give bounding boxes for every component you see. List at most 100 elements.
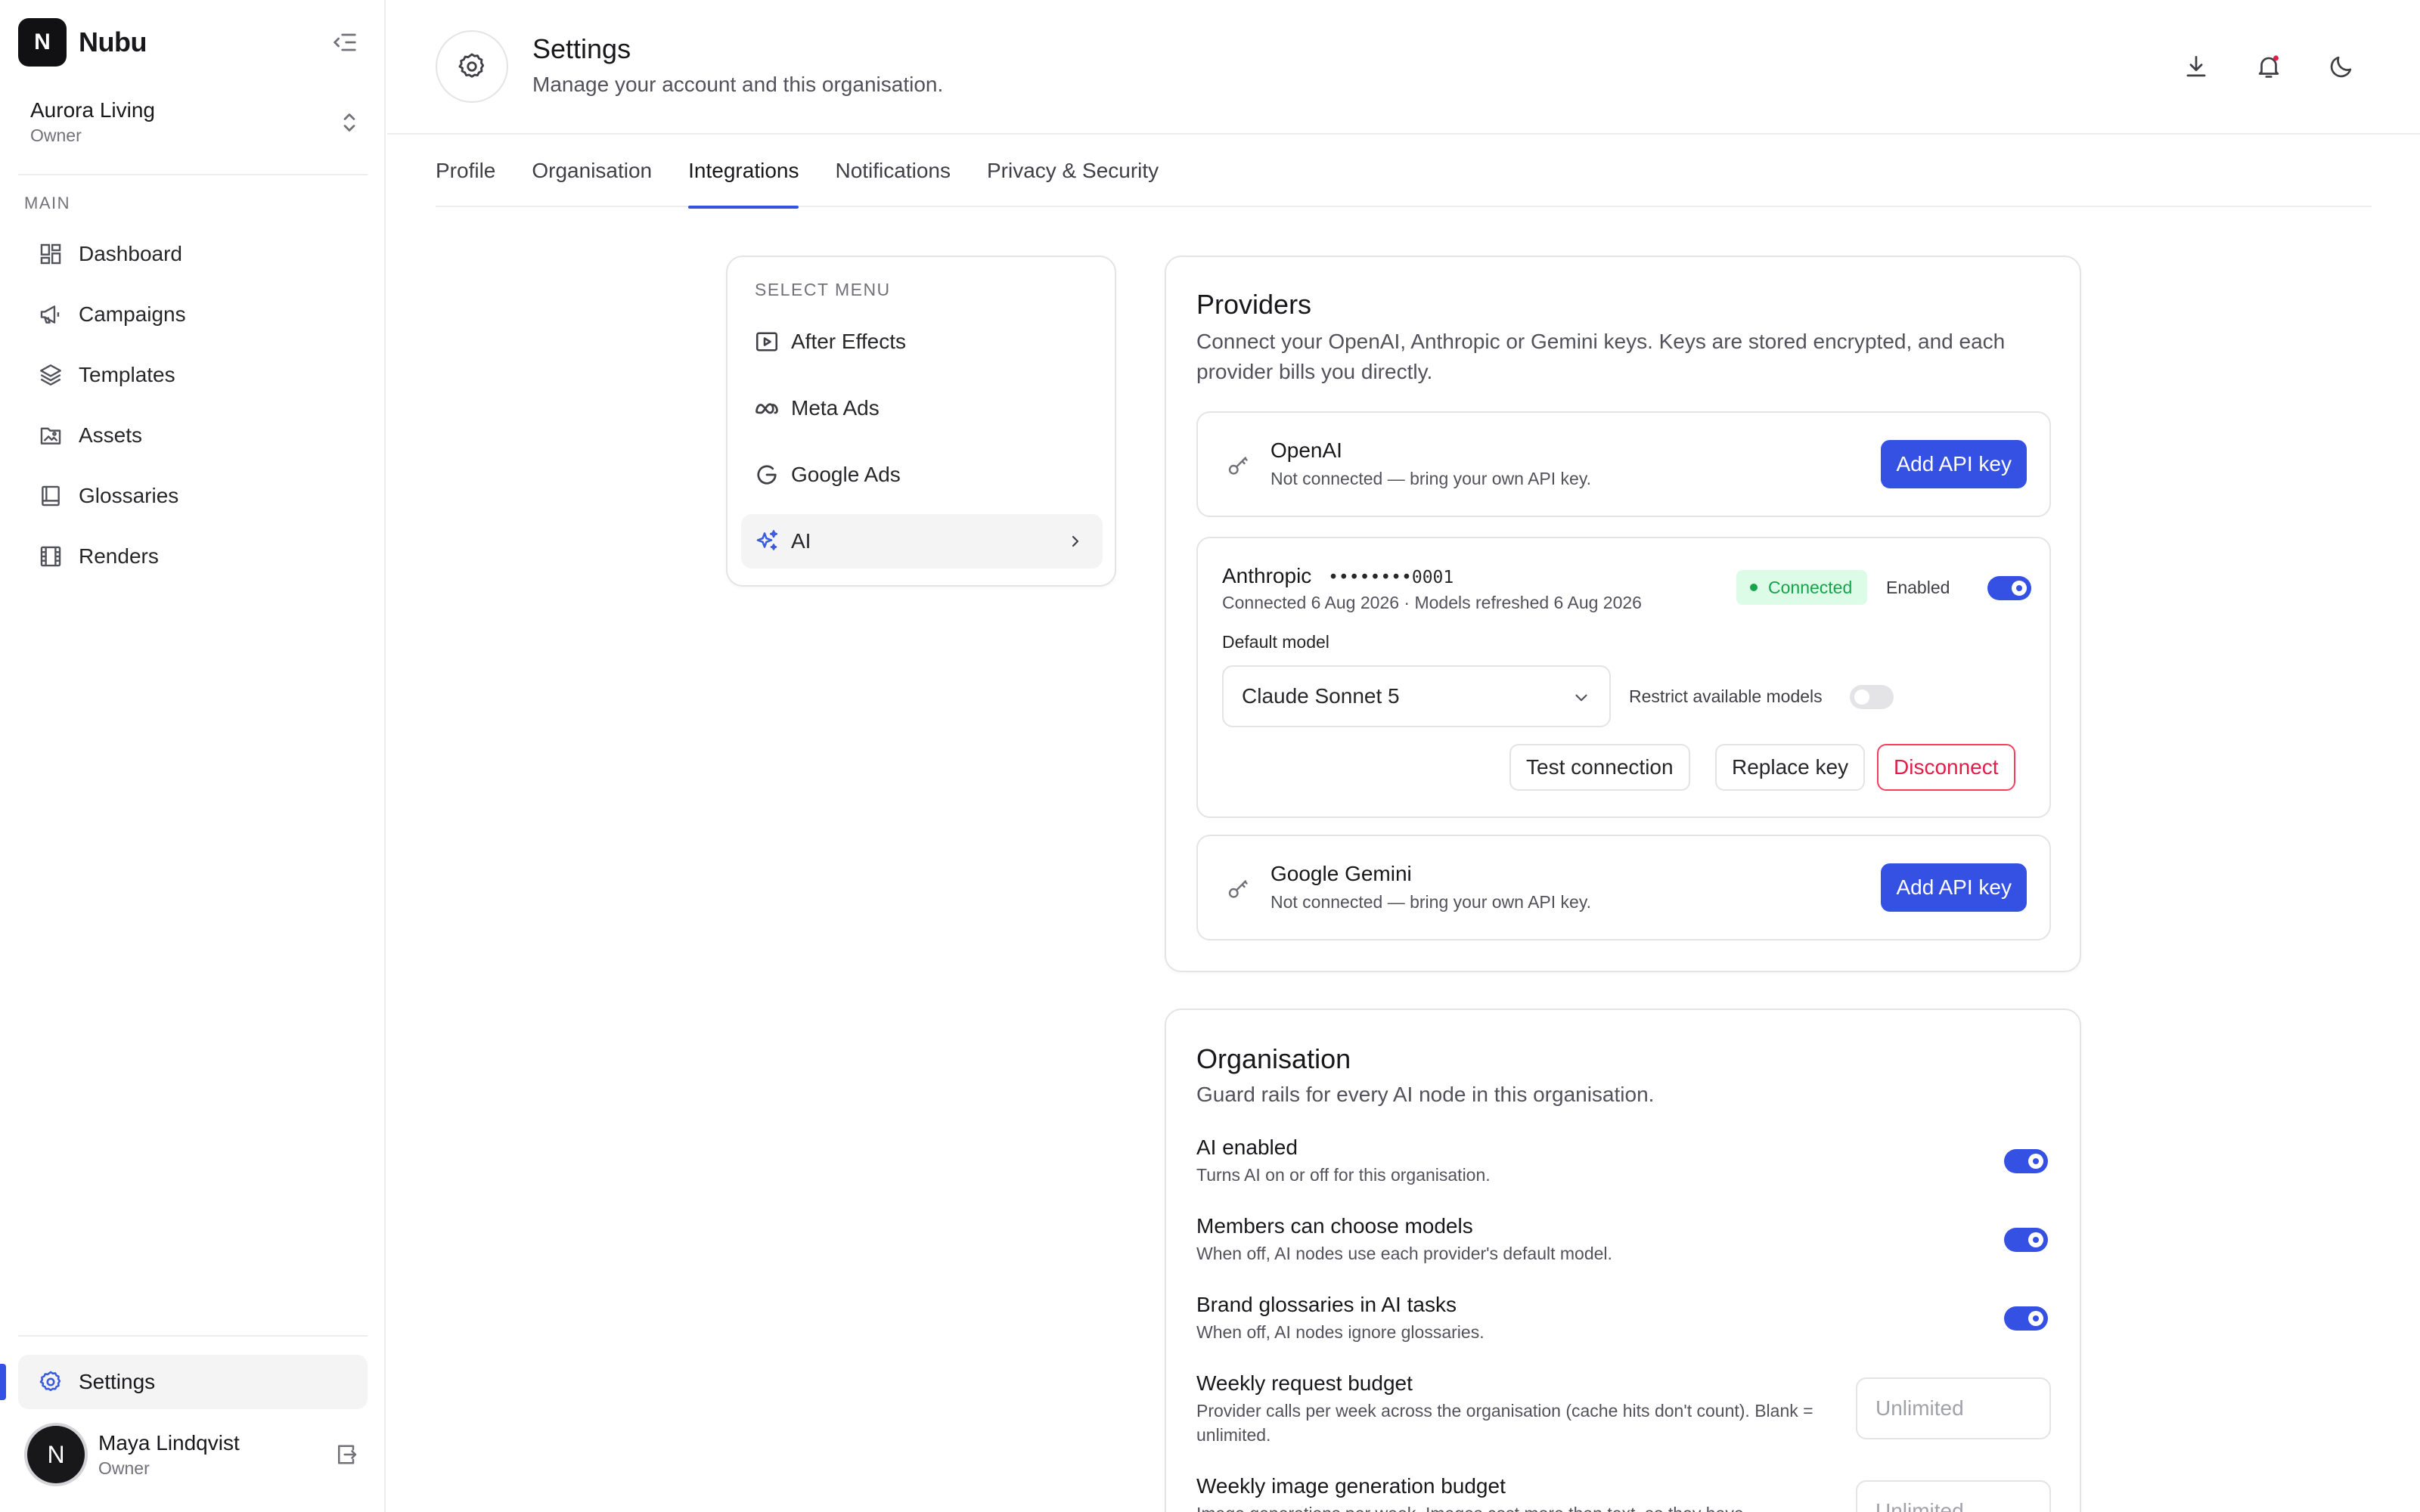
replace-key-button[interactable]: Replace key <box>1715 744 1866 791</box>
provider-status: Not connected — bring your own API key. <box>1270 892 1592 912</box>
test-connection-button[interactable]: Test connection <box>1509 744 1690 791</box>
tab-organisation[interactable]: Organisation <box>532 135 652 207</box>
provider-name: Anthropic <box>1222 564 1312 587</box>
weekly-request-budget-input[interactable]: Unlimited <box>1856 1377 2051 1439</box>
budget-title: Weekly request budget <box>1196 1371 1413 1395</box>
menu-item-label: AI <box>791 529 811 553</box>
setting-description: Turns AI on or off for this organisation… <box>1196 1165 1491 1185</box>
setting-title: Members can choose models <box>1196 1214 1473 1238</box>
sidebar-item-label: Assets <box>79 423 143 447</box>
setting-title: Brand glossaries in AI tasks <box>1196 1293 1457 1316</box>
megaphone-icon <box>38 302 64 327</box>
meta-icon <box>753 395 780 422</box>
sidebar-item-dashboard[interactable]: Dashboard <box>18 227 368 281</box>
restrict-models-toggle[interactable] <box>1850 685 1894 709</box>
brand-glossaries-toggle[interactable] <box>2004 1306 2048 1331</box>
add-api-key-button[interactable]: Add API key <box>1881 863 2027 912</box>
app-logo: N <box>18 18 67 67</box>
provider-gemini: Google Gemini Not connected — bring your… <box>1196 835 2051 940</box>
menu-item-ai[interactable]: AI <box>741 514 1103 569</box>
sidebar-item-assets[interactable]: Assets <box>18 408 368 463</box>
key-icon <box>1225 875 1252 903</box>
setting-title: AI enabled <box>1196 1136 1298 1159</box>
menu-item-label: Google Ads <box>791 463 901 486</box>
menu-item-google-ads[interactable]: Google Ads <box>741 448 1103 502</box>
avatar: N <box>27 1426 85 1483</box>
org-role: Owner <box>30 125 82 145</box>
ai-enabled-toggle[interactable] <box>2004 1149 2048 1173</box>
disconnect-button[interactable]: Disconnect <box>1877 744 2015 791</box>
integration-select-menu: SELECT MENU After Effects Meta Ads Googl… <box>726 256 1116 587</box>
moon-icon[interactable] <box>2323 48 2360 85</box>
provider-meta: Connected 6 Aug 2026 · Models refreshed … <box>1222 593 1642 612</box>
film-icon <box>38 544 64 569</box>
settings-header-icon <box>436 30 508 103</box>
default-model-select[interactable]: Claude Sonnet 5 <box>1222 665 1611 727</box>
collapse-sidebar-icon[interactable] <box>330 27 360 57</box>
providers-title: Providers <box>1196 289 1312 320</box>
page-title: Settings <box>532 33 631 64</box>
download-icon[interactable] <box>2178 48 2214 85</box>
budget-description: Image generations per week. Images cost … <box>1196 1501 1817 1512</box>
sidebar-item-label: Templates <box>79 363 175 386</box>
sidebar-item-campaigns[interactable]: Campaigns <box>18 287 368 342</box>
default-model-value: Claude Sonnet 5 <box>1242 684 1400 708</box>
divider <box>18 174 368 175</box>
layers-icon <box>38 362 64 388</box>
provider-name-row: Anthropic ••••••••0001 <box>1222 564 1454 588</box>
budget-description: Provider calls per week across the organ… <box>1196 1401 1813 1445</box>
sidebar-item-glossaries[interactable]: Glossaries <box>18 469 368 523</box>
bell-icon[interactable] <box>2251 48 2287 85</box>
menu-item-after-effects[interactable]: After Effects <box>741 314 1103 369</box>
sidebar-item-label: Settings <box>79 1370 156 1393</box>
tab-profile[interactable]: Profile <box>436 135 495 207</box>
tab-privacy-security[interactable]: Privacy & Security <box>987 135 1159 207</box>
status-badge: Connected <box>1736 570 1868 605</box>
setting-description: When off, AI nodes use each provider's d… <box>1196 1244 1612 1263</box>
add-api-key-button[interactable]: Add API key <box>1881 440 2027 488</box>
sidebar-item-settings[interactable]: Settings <box>18 1355 368 1409</box>
sidebar-item-label: Dashboard <box>79 242 182 265</box>
chevrons-up-down-icon <box>336 109 363 136</box>
tab-integrations[interactable]: Integrations <box>688 135 799 209</box>
user-profile[interactable]: N Maya Lindqvist Owner <box>27 1424 360 1485</box>
brand[interactable]: N Nubu <box>18 18 147 67</box>
key-icon <box>1225 452 1252 479</box>
sidebar-item-label: Glossaries <box>79 484 179 507</box>
provider-status: Not connected — bring your own API key. <box>1270 469 1592 488</box>
enabled-label: Enabled <box>1886 578 1950 597</box>
page-header: Settings Manage your account and this or… <box>387 0 2420 135</box>
provider-openai: OpenAI Not connected — bring your own AP… <box>1196 411 2051 517</box>
main-nav: Dashboard Campaigns Templates Assets Glo… <box>18 227 368 590</box>
sidebar: N Nubu Aurora Living Owner MAIN Dashboar… <box>0 0 386 1512</box>
org-name: Aurora Living <box>30 98 155 122</box>
providers-description: Connect your OpenAI, Anthropic or Gemini… <box>1196 330 2006 383</box>
tab-notifications[interactable]: Notifications <box>835 135 951 207</box>
chevron-right-icon <box>1066 532 1084 550</box>
enabled-toggle[interactable] <box>1987 576 2031 600</box>
provider-name: OpenAI <box>1270 438 1342 462</box>
sidebar-item-templates[interactable]: Templates <box>18 348 368 402</box>
play-square-icon <box>753 328 780 355</box>
divider <box>18 1335 368 1337</box>
nav-section-label: MAIN <box>24 194 70 212</box>
menu-label: SELECT MENU <box>755 280 891 299</box>
organisation-description: Guard rails for every AI node in this or… <box>1196 1083 1655 1106</box>
image-folder-icon <box>38 423 64 448</box>
weekly-image-budget-input[interactable]: Unlimited <box>1856 1480 2051 1512</box>
providers-card: Providers Connect your OpenAI, Anthropic… <box>1165 256 2081 972</box>
chevron-down-icon <box>1571 688 1591 708</box>
setting-description: When off, AI nodes ignore glossaries. <box>1196 1322 1485 1342</box>
org-switcher[interactable]: Aurora Living Owner <box>30 97 363 153</box>
default-model-label: Default model <box>1222 632 1329 652</box>
members-choose-models-toggle[interactable] <box>2004 1228 2048 1252</box>
page-subtitle: Manage your account and this organisatio… <box>532 73 944 96</box>
menu-item-label: After Effects <box>791 330 906 353</box>
menu-item-meta-ads[interactable]: Meta Ads <box>741 381 1103 435</box>
sidebar-item-renders[interactable]: Renders <box>18 529 368 584</box>
status-badge-label: Connected <box>1768 577 1853 597</box>
settings-tabs: Profile Organisation Integrations Notifi… <box>436 135 2372 209</box>
logout-icon[interactable] <box>333 1441 360 1468</box>
budget-title: Weekly image generation budget <box>1196 1474 1506 1498</box>
dashboard-icon <box>38 241 64 267</box>
